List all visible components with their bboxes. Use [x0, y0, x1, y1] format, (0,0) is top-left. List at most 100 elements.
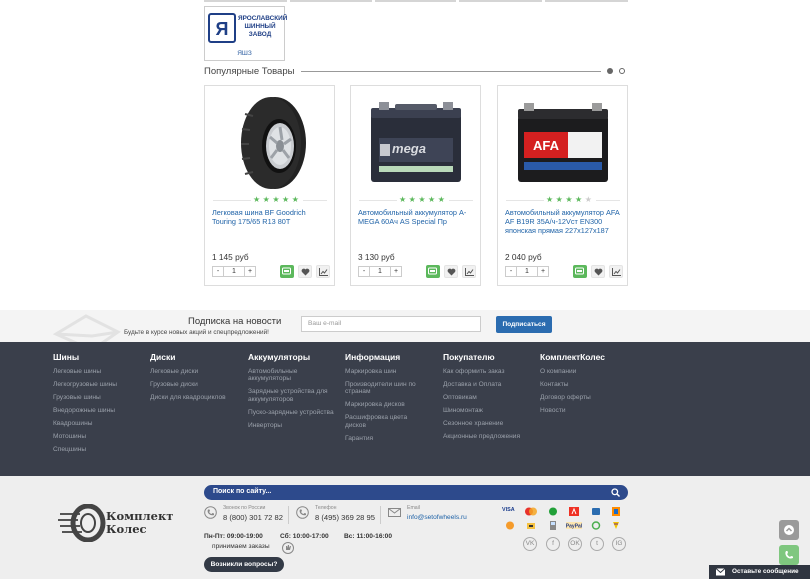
callback-button[interactable] — [779, 545, 799, 565]
footer-col-title[interactable]: Диски — [150, 352, 226, 363]
footer-link[interactable]: Сезонное хранение — [443, 420, 520, 427]
scroll-top-button[interactable] — [779, 520, 799, 540]
subscribe-button[interactable]: Подписаться — [496, 316, 552, 333]
footer-link[interactable]: Зарядные устройства для аккумуляторов — [248, 388, 340, 403]
add-to-cart-button[interactable] — [426, 265, 440, 278]
vk-icon[interactable]: VK — [523, 537, 537, 551]
qty-input[interactable]: 1 — [370, 266, 390, 277]
email-link[interactable]: info@setofwheels.ru — [407, 514, 467, 521]
instagram-icon[interactable]: IG — [612, 537, 626, 551]
brand-caption[interactable]: ЯШЗ — [205, 50, 284, 57]
footer-menu: Шины Легковые шины Легкогрузовые шины Гр… — [0, 342, 810, 476]
footer-link[interactable]: Как оформить заказ — [443, 368, 520, 375]
carousel-dot-active[interactable] — [607, 68, 613, 74]
add-to-cart-button[interactable] — [280, 265, 294, 278]
qty-plus-button[interactable]: + — [390, 266, 402, 277]
footer-link[interactable]: Мотошины — [53, 433, 117, 440]
add-to-favorites-button[interactable] — [591, 265, 605, 278]
compare-button[interactable] — [462, 265, 476, 278]
product-price: 3 130 руб — [358, 252, 395, 262]
contact-value[interactable]: 8 (800) 301 72 82 — [223, 513, 283, 522]
site-logo[interactable]: Комплект Колес — [106, 510, 173, 536]
contact-label: Телефон — [315, 505, 337, 511]
hours-weekdays: Пн-Пт: 09:00-19:00 — [204, 533, 263, 540]
brand-card[interactable]: Я ЯРОСЛАВСКИЙ ШИННЫЙ ЗАВОД ЯШЗ — [204, 6, 287, 61]
footer-col-info: Информация Маркировка шин Производители … — [345, 352, 425, 448]
divider — [380, 506, 381, 524]
arrow-up-icon — [784, 525, 794, 535]
battery-afa-image[interactable]: AFA — [512, 94, 614, 192]
footer-link[interactable]: Акционные предложения — [443, 433, 520, 440]
footer-link[interactable]: Грузовые шины — [53, 394, 117, 401]
contact-label: Email — [407, 505, 420, 511]
hours-sunday: Вс: 11:00-16:00 — [344, 533, 393, 540]
section-divider — [301, 71, 601, 72]
qty-input[interactable]: 1 — [224, 266, 244, 277]
qty-plus-button[interactable]: + — [244, 266, 256, 277]
footer-col-title[interactable]: Покупателю — [443, 352, 520, 363]
compare-button[interactable] — [609, 265, 623, 278]
twitter-icon[interactable]: t — [590, 537, 604, 551]
footer-link[interactable]: Гарантия — [345, 435, 425, 442]
sberbank-icon — [549, 507, 557, 516]
add-to-favorites-button[interactable] — [298, 265, 312, 278]
brand-logo-icon: Я — [208, 13, 236, 43]
footer-col-title[interactable]: КомплектКолес — [540, 352, 605, 363]
webmoney-icon — [506, 521, 514, 530]
qty-minus-button[interactable]: - — [212, 266, 224, 277]
logo-line-2: Колес — [106, 522, 147, 536]
footer-link[interactable]: Договор оферты — [540, 394, 605, 401]
add-to-cart-button[interactable] — [573, 265, 587, 278]
footer-link[interactable]: Доставка и Оплата — [443, 381, 520, 388]
footer-link[interactable]: Оптовикам — [443, 394, 520, 401]
qty-minus-button[interactable]: - — [358, 266, 370, 277]
product-title[interactable]: Автомобильный аккумулятор AFA AF B19R 35… — [505, 208, 623, 236]
footer-link[interactable]: Новости — [540, 407, 605, 414]
footer-link[interactable]: Автомобильные аккумуляторы — [248, 368, 308, 383]
contact-value[interactable]: 8 (495) 369 28 95 — [315, 513, 375, 522]
add-to-favorites-button[interactable] — [444, 265, 458, 278]
footer-link[interactable]: О компании — [540, 368, 605, 375]
footer-link[interactable]: Расшифровка цвета дисков — [345, 414, 425, 429]
product-card: mega ★★★★★ Автомобильный аккумулятор A-M… — [350, 85, 481, 286]
footer-link[interactable]: Квадрошины — [53, 420, 117, 427]
email-field[interactable]: Ваш e-mail — [301, 316, 481, 332]
qty-plus-button[interactable]: + — [537, 266, 549, 277]
footer-link[interactable]: Легкогрузовые шины — [53, 381, 117, 388]
footer-col-title[interactable]: Информация — [345, 352, 425, 363]
hours-note: принимаем заказы — [212, 543, 270, 550]
footer-link[interactable]: Маркировка шин — [345, 368, 425, 375]
footer-link[interactable]: Пуско-зарядные устройства — [248, 409, 340, 416]
product-title[interactable]: Автомобильный аккумулятор A-MEGA 60Ач AS… — [358, 208, 476, 226]
ask-question-button[interactable]: Возникли вопросы? — [204, 557, 284, 572]
qty-minus-button[interactable]: - — [505, 266, 517, 277]
hand-icon — [282, 542, 294, 554]
quantity-stepper: - 1 + — [358, 266, 402, 277]
product-card: ★★★★★ Легковая шина BF Goodrich Touring … — [204, 85, 335, 286]
footer-link[interactable]: Легковые шины — [53, 368, 117, 375]
search-input[interactable]: Поиск по сайту... — [204, 485, 628, 500]
footer-col-title[interactable]: Аккумуляторы — [248, 352, 340, 363]
tire-image[interactable] — [219, 94, 321, 192]
product-title[interactable]: Легковая шина BF Goodrich Touring 175/65… — [212, 208, 330, 226]
footer-link[interactable]: Грузовые диски — [150, 381, 226, 388]
chat-widget-button[interactable]: Оставьте сообщение — [709, 565, 810, 579]
footer-link[interactable]: Маркировка дисков — [345, 401, 425, 408]
search-icon[interactable] — [611, 488, 620, 497]
odnoklassniki-icon[interactable]: OK — [568, 537, 582, 551]
footer-link[interactable]: Контакты — [540, 381, 605, 388]
footer-link[interactable]: Шиномонтаж — [443, 407, 520, 414]
footer-link[interactable]: Спецшины — [53, 446, 117, 453]
carousel-dot[interactable] — [619, 68, 625, 74]
footer-link[interactable]: Инверторы — [248, 422, 340, 429]
hours-saturday: Сб: 10:00-17:00 — [280, 533, 329, 540]
footer-col-title[interactable]: Шины — [53, 352, 117, 363]
footer-link[interactable]: Легковые диски — [150, 368, 226, 375]
battery-amega-image[interactable]: mega — [365, 94, 467, 192]
facebook-icon[interactable]: f — [546, 537, 560, 551]
footer-link[interactable]: Внедорожные шины — [53, 407, 117, 414]
qty-input[interactable]: 1 — [517, 266, 537, 277]
footer-link[interactable]: Производители шин по странам — [345, 381, 421, 396]
compare-button[interactable] — [316, 265, 330, 278]
footer-link[interactable]: Диски для квадроциклов — [150, 394, 226, 401]
